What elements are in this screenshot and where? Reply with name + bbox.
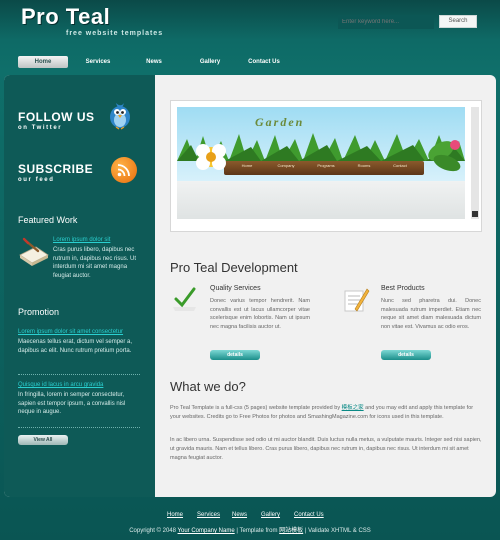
section-heading: What we do?	[170, 379, 246, 394]
promotion-divider	[18, 427, 140, 428]
banner-slideshow: Garden Home Company Programs Rooms Conta…	[170, 100, 482, 232]
template-provider-link[interactable]: 模板之家	[342, 405, 364, 411]
promotion-link-2[interactable]: Quisque id lacus in arcu gravida	[18, 382, 103, 388]
validate-text: | Validate XHTML & CSS	[304, 528, 371, 534]
twitter-bird-icon[interactable]	[107, 100, 133, 130]
body-paragraph: In ac libero urna. Suspendisse sed odio …	[170, 437, 482, 461]
main-content: Garden Home Company Programs Rooms Conta…	[155, 75, 496, 497]
promotion-text-1: Maecenas tellus erat, dictum vel semper …	[18, 339, 133, 354]
intro-paragraph: Pro Teal Template is a full-css (5 pages…	[170, 404, 482, 422]
company-link[interactable]: Your Company Name	[178, 528, 235, 534]
subscribe-title[interactable]: SUBSCRIBE	[18, 162, 93, 176]
promotion-title: Promotion	[18, 307, 60, 317]
banner-menu-rooms[interactable]: Rooms	[349, 163, 379, 169]
banner-scrollbar[interactable]	[471, 107, 479, 219]
feature-title-quality: Quality Services	[210, 285, 261, 292]
view-all-button[interactable]: View All	[18, 435, 68, 445]
copyright: Copyright © 2048 Your Company Name | Tem…	[0, 525, 500, 534]
site-tagline: free website templates	[66, 30, 164, 37]
leaves-icon	[428, 140, 461, 172]
main-nav: Home Services News Gallery Contact Us	[0, 54, 500, 70]
notepad-pencil-icon	[341, 285, 371, 315]
feature-title-products: Best Products	[381, 285, 425, 292]
details-button[interactable]: details	[210, 350, 260, 360]
copyright-text: Copyright © 2048	[129, 528, 176, 534]
rss-icon[interactable]	[111, 157, 137, 183]
featured-work-title: Featured Work	[18, 215, 78, 225]
nav-news[interactable]: News	[134, 56, 174, 68]
notebook-icon	[18, 237, 50, 267]
scrollbar-thumb[interactable]	[472, 211, 478, 217]
follow-title[interactable]: FOLLOW US	[18, 110, 95, 124]
footer-link-gallery[interactable]: Gallery	[261, 512, 280, 518]
banner-menu-programs[interactable]: Programs	[309, 163, 343, 169]
promotion-divider	[18, 374, 140, 375]
footer-link-home[interactable]: Home	[167, 512, 183, 518]
search-input[interactable]	[338, 15, 434, 29]
banner-title: Garden	[255, 115, 305, 129]
search-bar: Search	[338, 15, 484, 29]
nav-home[interactable]: Home	[18, 56, 68, 68]
search-button[interactable]: Search	[439, 15, 477, 28]
nav-services[interactable]: Services	[76, 56, 120, 68]
nav-contact[interactable]: Contact Us	[242, 56, 286, 68]
featured-link[interactable]: Lorem ipsum dolor sit	[53, 237, 110, 243]
page-title: Pro Teal Development	[170, 260, 298, 275]
template-from-text: | Template from	[236, 528, 278, 534]
page-panel: FOLLOW US on Twitter SUBSCRIBE our feed …	[4, 75, 496, 497]
template-source-link[interactable]: 网站模板	[279, 528, 303, 534]
footer-nav: Home Services News Gallery Contact Us	[0, 512, 500, 522]
flower-icon	[196, 144, 226, 170]
promotion-link-1[interactable]: Lorem ipsum dolor sit amet consectetur	[18, 329, 123, 335]
details-button[interactable]: details	[381, 350, 431, 360]
promotion-text-2: In fringilla, lorem in semper consectetu…	[18, 392, 126, 415]
banner-menu-contact[interactable]: Contact	[383, 163, 417, 169]
follow-subtitle: on Twitter	[18, 125, 63, 131]
banner-menu-home[interactable]: Home	[231, 163, 263, 169]
feature-text-quality: Donec varius tempor hendrerit. Nam conva…	[210, 298, 310, 330]
footer-link-services[interactable]: Services	[197, 512, 220, 518]
nav-gallery[interactable]: Gallery	[188, 56, 232, 68]
footer-link-news[interactable]: News	[232, 512, 247, 518]
feature-text-products: Nunc sed pharetra dui. Donec malesuada r…	[381, 298, 481, 330]
footer-link-contact[interactable]: Contact Us	[294, 512, 324, 518]
intro-text-start: Pro Teal Template is a full-css (5 pages…	[170, 405, 341, 411]
banner-ground	[177, 181, 465, 219]
banner-menu-company[interactable]: Company	[269, 163, 303, 169]
subscribe-subtitle: our feed	[18, 177, 55, 183]
sidebar: FOLLOW US on Twitter SUBSCRIBE our feed …	[4, 75, 155, 497]
featured-text: Cras purus libero, dapibus nec rutrum in…	[53, 247, 137, 279]
site-logo[interactable]: Pro Teal	[21, 4, 110, 30]
checkmark-icon	[170, 285, 200, 315]
